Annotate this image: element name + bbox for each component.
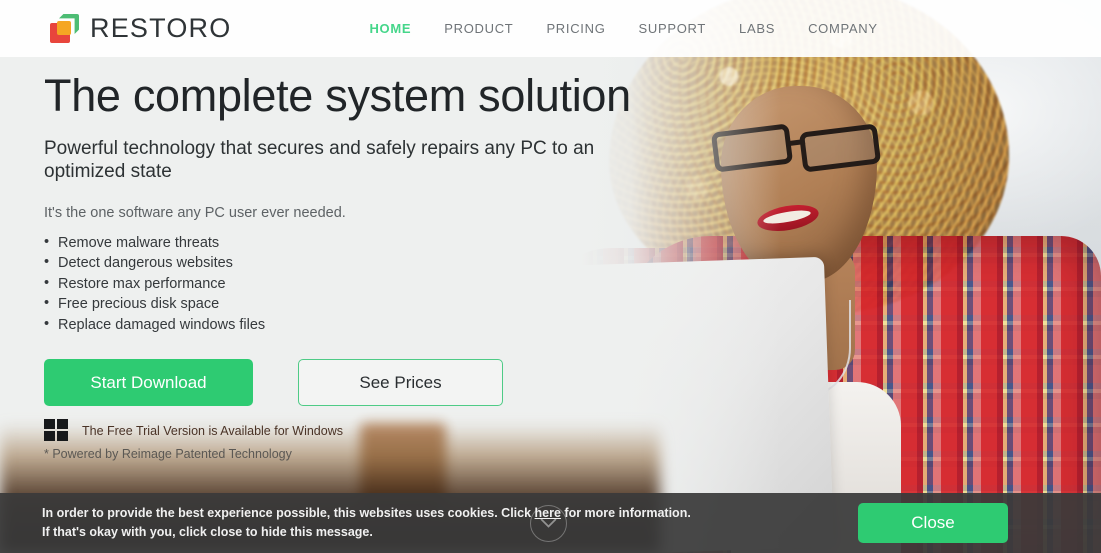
cookie-message: In order to provide the best experience … <box>42 504 691 542</box>
list-item: Detect dangerous websites <box>44 252 684 274</box>
chevron-down-circle-icon[interactable] <box>530 505 567 542</box>
cookie-message-line-2: If that's okay with you, click close to … <box>42 525 373 539</box>
nav-item-labs[interactable]: LABS <box>739 21 775 36</box>
nav-item-pricing[interactable]: PRICING <box>546 21 605 36</box>
cookie-text-before-link: In order to provide the best experience … <box>42 506 535 520</box>
nav-item-product[interactable]: PRODUCT <box>444 21 513 36</box>
hero-content: The complete system solution Powerful te… <box>44 72 684 461</box>
nav-item-support[interactable]: SUPPORT <box>639 21 707 36</box>
list-item: Replace damaged windows files <box>44 314 684 336</box>
site-header: RESTORO HOME PRODUCT PRICING SUPPORT LAB… <box>0 0 1101 57</box>
windows-badge-text: The Free Trial Version is Available for … <box>82 423 343 438</box>
cookie-message-line-1: In order to provide the best experience … <box>42 504 691 523</box>
list-item: Remove malware threats <box>44 232 684 254</box>
nav-item-home[interactable]: HOME <box>369 21 411 36</box>
hero-cta-row: Start Download See Prices <box>44 359 684 407</box>
hero-feature-list: Remove malware threats Detect dangerous … <box>44 232 684 336</box>
list-item: Free precious disk space <box>44 293 684 315</box>
hero-headline: The complete system solution <box>44 70 631 121</box>
cookie-consent-bar: In order to provide the best experience … <box>0 493 1101 553</box>
list-item: Restore max performance <box>44 273 684 295</box>
main-navigation: HOME PRODUCT PRICING SUPPORT LABS COMPAN… <box>369 21 877 36</box>
see-prices-button[interactable]: See Prices <box>298 359 503 407</box>
windows-logo-icon <box>44 419 68 442</box>
start-download-button[interactable]: Start Download <box>44 359 253 407</box>
windows-pane-4 <box>57 431 68 442</box>
powered-by-text: * Powered by Reimage Patented Technology <box>44 447 292 462</box>
nav-item-company[interactable]: COMPANY <box>808 21 878 36</box>
cookie-close-button[interactable]: Close <box>858 503 1008 543</box>
landing-page: RESTORO HOME PRODUCT PRICING SUPPORT LAB… <box>0 0 1101 553</box>
restoro-cube-logo-icon <box>50 14 79 43</box>
logo[interactable]: RESTORO <box>50 13 231 44</box>
hero-subheadline: Powerful technology that secures and saf… <box>44 137 595 183</box>
glasses-lens-right <box>798 123 882 173</box>
windows-pane-3 <box>44 431 55 442</box>
logo-wordmark: RESTORO <box>90 13 232 43</box>
cookie-text-after-link: for more information. <box>560 506 691 520</box>
windows-pane-1 <box>44 419 55 430</box>
windows-availability-badge: The Free Trial Version is Available for … <box>44 419 684 442</box>
windows-pane-2 <box>57 419 68 430</box>
hero-tagline: It's the one software any PC user ever n… <box>44 204 346 221</box>
logo-orange-face <box>57 21 71 35</box>
